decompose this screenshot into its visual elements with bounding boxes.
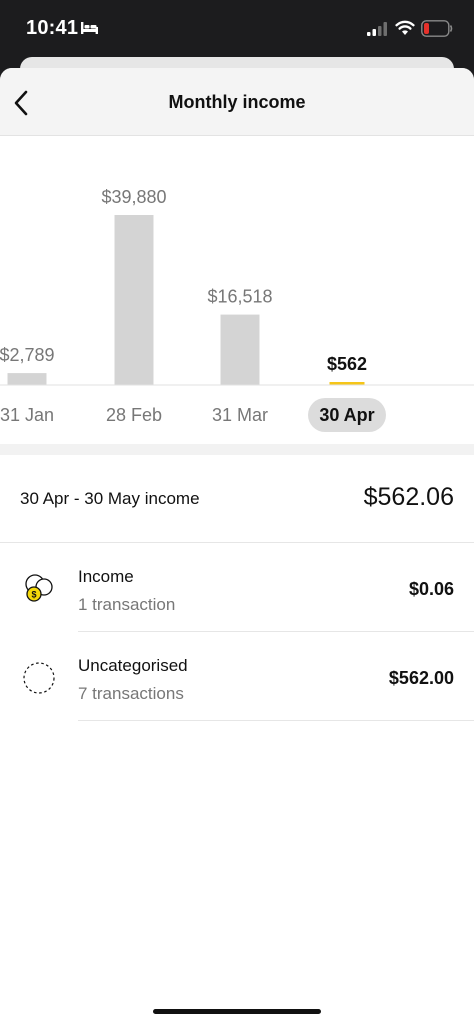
battery-icon	[421, 20, 453, 37]
dashed-circle-icon	[23, 662, 55, 694]
status-bar: 10:41	[0, 0, 474, 58]
status-time: 10:41	[26, 17, 79, 39]
bar-value-label: $562	[327, 354, 367, 374]
chart-canvas: $2,789 $39,880 $16,518 $562 31 Jan 28 Feb 31 M…	[0, 187, 474, 432]
transaction-count: 1 transaction	[78, 595, 176, 614]
month-tick-label[interactable]: 31 Mar	[212, 405, 268, 425]
bed-icon	[81, 22, 98, 34]
cellular-signal-icon	[367, 22, 387, 36]
month-tick-label[interactable]: 28 Feb	[106, 405, 162, 425]
month-tick-label[interactable]: 30 Apr	[319, 405, 374, 425]
category-amount: $562.00	[388, 668, 454, 688]
wifi-icon	[395, 20, 415, 35]
bar-value-label: $16,518	[207, 287, 272, 307]
bar[interactable]	[220, 314, 260, 385]
period-total-amount: $562.06	[363, 483, 454, 511]
bar-value-label: $39,880	[101, 187, 166, 207]
category-row-income[interactable]: $ Income 1 transaction $0.06	[0, 543, 474, 632]
coins-icon: $	[25, 574, 53, 602]
row-divider	[78, 720, 474, 721]
bar-value-label: $2,789	[0, 345, 55, 365]
transaction-count: 7 transactions	[78, 684, 184, 703]
income-bar-chart[interactable]: $2,789 $39,880 $16,518 $562 31 Jan 28 Feb 31 M…	[0, 136, 474, 444]
nav-header: Monthly income	[0, 68, 474, 136]
bar[interactable]	[114, 215, 154, 385]
monthly-income-sheet: Monthly income $2,789 $39,880 $16,518 $562 3…	[0, 68, 474, 1024]
category-name: Income	[78, 567, 134, 586]
section-divider	[0, 444, 474, 455]
category-name: Uncategorised	[78, 656, 188, 675]
month-tick-label[interactable]: 31 Jan	[0, 405, 54, 425]
bar[interactable]	[7, 373, 47, 385]
period-label: 30 Apr - 30 May income	[20, 489, 200, 508]
category-row-uncategorised[interactable]: Uncategorised 7 transactions $562.00	[0, 632, 474, 721]
home-indicator	[153, 1009, 321, 1014]
page-title: Monthly income	[168, 92, 306, 112]
svg-text:$: $	[31, 590, 36, 600]
category-amount: $0.06	[408, 579, 454, 599]
period-summary: 30 Apr - 30 May income $562.06	[0, 455, 474, 543]
